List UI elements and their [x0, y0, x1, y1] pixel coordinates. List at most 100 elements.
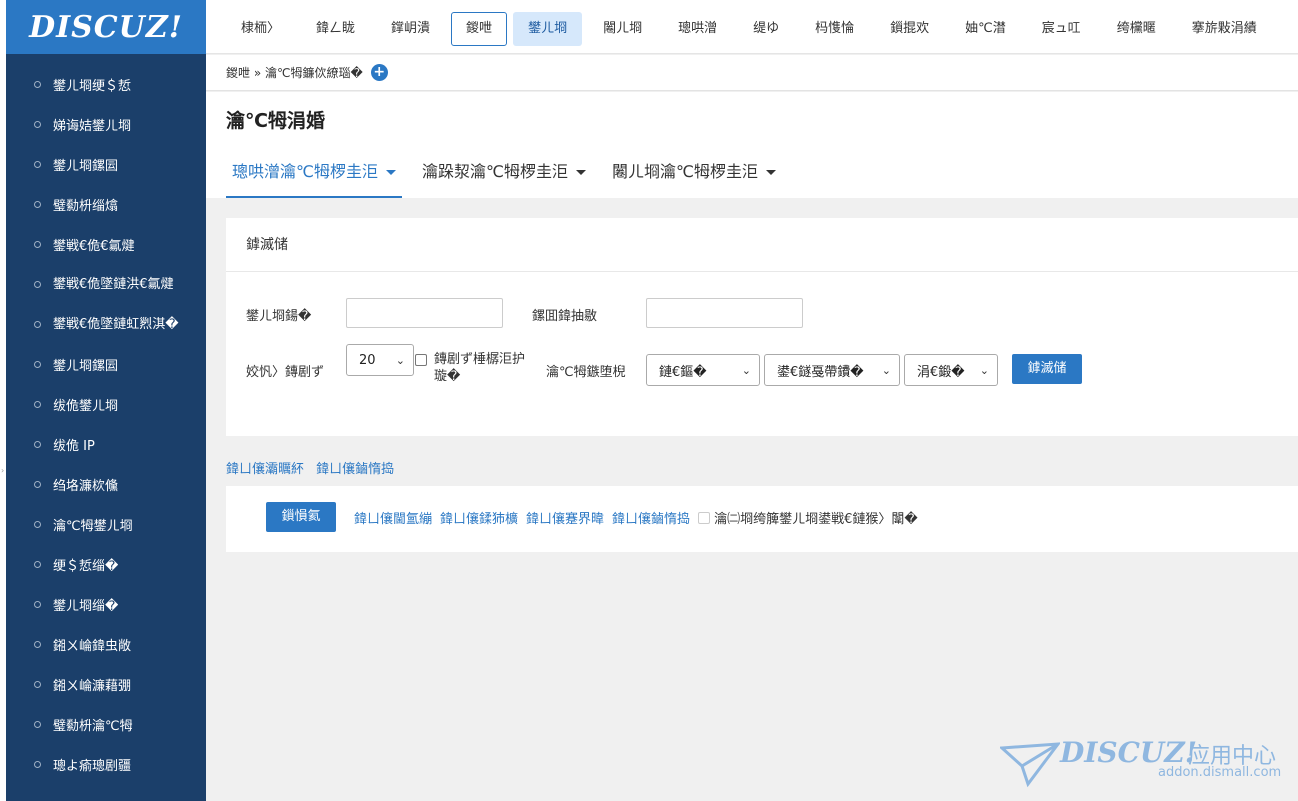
- tab-home-moderation[interactable]: 瀹跺洯瀹℃牳椤圭洰: [416, 154, 592, 198]
- batch-actions-panel: 鎻愪氦 鍏ㄩ儴閫氳繃 鍏ㄩ儴鍒犻櫎 鍏ㄩ儴蹇界暐 鍏ㄩ儴鏀惰捣 瀹㈡埛绔簲鐢ㄦ埛…: [226, 486, 1298, 552]
- sidebar-item[interactable]: 绠＄悊缁�: [6, 544, 206, 584]
- sidebar-item-label: 鐢ㄦ埛绠＄悊: [53, 78, 132, 94]
- bullet-icon: [34, 440, 41, 448]
- bullet-icon: [34, 480, 41, 488]
- filter-heading: 鎼滅储: [226, 218, 1298, 272]
- period-select-value: 涓€鍛�: [917, 364, 965, 380]
- topnav-item-content[interactable]: 鍐呭: [451, 11, 508, 46]
- sidebar-item-label: 鐢ㄦ埛鏍囩: [53, 358, 119, 374]
- add-shortcut-icon[interactable]: +: [370, 64, 388, 81]
- topnav-item[interactable]: 闂ㄦ埛: [588, 12, 657, 46]
- topnav-item[interactable]: 璁哄潧: [663, 12, 732, 46]
- show-subject-label: 鏄剧ず棰樼洰护璇�: [434, 352, 526, 384]
- topnav-item[interactable]: 绔欓暱: [1102, 12, 1171, 46]
- show-subject-checkbox[interactable]: [415, 354, 427, 366]
- bullet-icon: [34, 320, 41, 328]
- sidebar-item-label: 绂佹 IP: [53, 438, 95, 454]
- sidebar-item[interactable]: 绂佹鐢ㄦ埛: [6, 384, 206, 424]
- caret-down-icon: [385, 170, 396, 175]
- notify-option: 瀹㈡埛绔簲鐢ㄦ埛鍙戦€鏈猴〉闈�: [698, 508, 918, 527]
- breadcrumb-text: 鍐呭 » 瀹℃牳鐮佽繚瑙�: [226, 66, 363, 80]
- sidebar-item[interactable]: 鐢ㄦ埛缁�: [6, 584, 206, 624]
- search-filter-panel: 鎼滅储 鐢ㄦ埛鍚� 鏍囬鍏抽敭 姣忛〉鏄剧ず 20 ⌄ 鏄剧ず棰樼洰护璇� 瀹℃牳…: [226, 218, 1298, 436]
- bullet-icon: [34, 280, 41, 288]
- page-header: 瀹℃牳涓婚 璁哄潧瀹℃牳椤圭洰 瀹跺洯瀹℃牳椤圭洰 闂ㄦ埛瀹℃牳椤圭洰: [206, 92, 1298, 198]
- topnav-item[interactable]: 杩愯惀: [800, 12, 869, 46]
- sidebar-item-label: 鐢ㄦ埛鏍囩: [53, 158, 119, 174]
- sidebar-item[interactable]: 鐢戦€佹墜鏈洪€氱煡: [6, 264, 206, 304]
- notify-label: 瀹㈡埛绔簲鐢ㄦ埛鍙戦€鏈猴〉闈�: [714, 512, 918, 527]
- chevron-down-icon: ⌄: [881, 363, 891, 377]
- bullet-icon: [34, 200, 41, 208]
- username-input[interactable]: [346, 298, 503, 328]
- expand-links: 鍏ㄩ儴灞曞紑 鍏ㄩ儴鏀惰捣: [226, 458, 402, 477]
- keyword-label: 鏍囬鍏抽敭: [532, 309, 598, 324]
- username-label: 鐢ㄦ埛鍚�: [246, 309, 312, 324]
- bullet-icon: [34, 600, 41, 608]
- sidebar-item[interactable]: 鐢戦€佹墜鏈虹煭淇�: [6, 304, 206, 344]
- topnav-item[interactable]: 棣栭〉: [226, 12, 295, 46]
- sidebar-item[interactable]: 鐢戦€佹€氱煡: [6, 224, 206, 264]
- sidebar: DISCUZ! 鐢ㄦ埛绠＄悊 娣诲姞鐢ㄦ埛 鐢ㄦ埛鏍囩 璧勬枡缁熻 鐢戦€佹€氱…: [6, 0, 206, 801]
- sidebar-item[interactable]: 娣诲姞鐢ㄦ埛: [6, 104, 206, 144]
- collapse-all-link[interactable]: 鍏ㄩ儴鏀惰捣: [612, 508, 690, 527]
- chevron-down-icon: ⌄: [979, 363, 989, 377]
- tab-bar: 璁哄潧瀹℃牳椤圭洰 瀹跺洯瀹℃牳椤圭洰 闂ㄦ埛瀹℃牳椤圭洰: [226, 154, 796, 198]
- order-select[interactable]: 鏈€鏂� ⌄: [646, 354, 760, 386]
- top-navigation: 棣栭〉 鍏ㄥ眬 鐣岄潰 鍐呭 鐢ㄦ埛 闂ㄦ埛 璁哄潧 缇ゆ 杩愯惀 鎻掍欢 妯℃…: [206, 4, 1298, 54]
- bullet-icon: [34, 360, 41, 368]
- notify-checkbox[interactable]: [698, 511, 711, 524]
- search-button[interactable]: 鎼滅储: [1012, 354, 1082, 384]
- ignore-all-link[interactable]: 鍏ㄩ儴蹇界暐: [526, 508, 604, 527]
- approve-all-link[interactable]: 鍏ㄩ儴閫氳繃: [354, 508, 432, 527]
- topnav-item[interactable]: 鐣岄潰: [376, 12, 445, 46]
- sidebar-item-label: 鎺ㄨ崘鍏虫敞: [53, 638, 132, 654]
- sidebar-item-label: 鐢戦€佹墜鏈虹煭淇�: [53, 316, 179, 332]
- page-title: 瀹℃牳涓婚: [226, 110, 326, 132]
- paper-plane-icon: [1000, 742, 1060, 788]
- sidebar-item[interactable]: 瀹℃牳鐢ㄦ埛: [6, 504, 206, 544]
- sidebar-item[interactable]: 璧勬枡瀹℃牳: [6, 704, 206, 744]
- sidebar-item[interactable]: 璁よ瘉璁剧疆: [6, 744, 206, 784]
- bullet-icon: [34, 640, 41, 648]
- sidebar-item[interactable]: 绉垎濂栨儵: [6, 464, 206, 504]
- topnav-item[interactable]: 妯℃澘: [950, 12, 1021, 46]
- sidebar-item[interactable]: 鐢ㄦ埛绠＄悊: [6, 64, 206, 104]
- topnav-item[interactable]: 宸ュ叿: [1027, 12, 1096, 46]
- tab-label: 璁哄潧瀹℃牳椤圭洰: [232, 162, 378, 181]
- batch-action-links: 鍏ㄩ儴閫氳繃 鍏ㄩ儴鍒犻櫎 鍏ㄩ儴蹇界暐 鍏ㄩ儴鏀惰捣 瀹㈡埛绔簲鐢ㄦ埛鍙戦€鏈…: [354, 508, 918, 527]
- delete-all-link[interactable]: 鍏ㄩ儴鍒犻櫎: [440, 508, 518, 527]
- collapse-arrow-icon[interactable]: ›: [1, 466, 4, 475]
- topnav-item-user-active[interactable]: 鐢ㄦ埛: [513, 11, 583, 46]
- sidebar-item[interactable]: 鎺ㄨ崘鍏虫敞: [6, 624, 206, 664]
- watermark-url: addon.dismall.com: [1158, 765, 1282, 780]
- tab-portal-moderation[interactable]: 闂ㄦ埛瀹℃牳椤圭洰: [606, 154, 782, 198]
- bullet-icon: [34, 760, 41, 768]
- logo[interactable]: DISCUZ!: [6, 0, 206, 54]
- collapse-all-link[interactable]: 鍏ㄩ儴鏀惰捣: [316, 462, 394, 477]
- type-select[interactable]: 鍙€鐩戞帶鐨� ⌄: [764, 354, 900, 386]
- caret-down-icon: [575, 170, 586, 175]
- perpage-select[interactable]: 20 ⌄: [346, 344, 414, 376]
- sidebar-item[interactable]: 绂佹 IP: [6, 424, 206, 464]
- sidebar-item[interactable]: 璧勬枡缁熻: [6, 184, 206, 224]
- submit-button[interactable]: 鎻愪氦: [266, 502, 336, 532]
- logo-text: DISCUZ!: [29, 9, 183, 45]
- topnav-item[interactable]: 搴旂敤涓績: [1177, 12, 1272, 46]
- topnav-item[interactable]: 鍏ㄥ眬: [301, 12, 370, 46]
- period-select[interactable]: 涓€鍛� ⌄: [904, 354, 998, 386]
- tab-forum-moderation[interactable]: 璁哄潧瀹℃牳椤圭洰: [226, 154, 402, 198]
- sidebar-item[interactable]: 鐢ㄦ埛鏍囩: [6, 144, 206, 184]
- time-label: 瀹℃牳鏃堕棿: [546, 365, 626, 380]
- sidebar-item[interactable]: 鐢ㄦ埛鏍囩: [6, 344, 206, 384]
- topnav-item[interactable]: 缇ゆ: [738, 12, 794, 46]
- sidebar-item-label: 鐢戦€佹墜鏈洪€氱煡: [53, 276, 174, 292]
- keyword-input[interactable]: [646, 298, 803, 328]
- sidebar-item[interactable]: 鎺ㄨ崘濂藉弸: [6, 664, 206, 704]
- bullet-icon: [34, 720, 41, 728]
- bullet-icon: [34, 240, 41, 248]
- topnav-item[interactable]: 鎻掍欢: [875, 12, 944, 46]
- tab-label: 瀹跺洯瀹℃牳椤圭洰: [421, 162, 568, 181]
- sidebar-item-label: 璧勬枡瀹℃牳: [53, 718, 133, 734]
- expand-all-link[interactable]: 鍏ㄩ儴灞曞紑: [226, 462, 304, 477]
